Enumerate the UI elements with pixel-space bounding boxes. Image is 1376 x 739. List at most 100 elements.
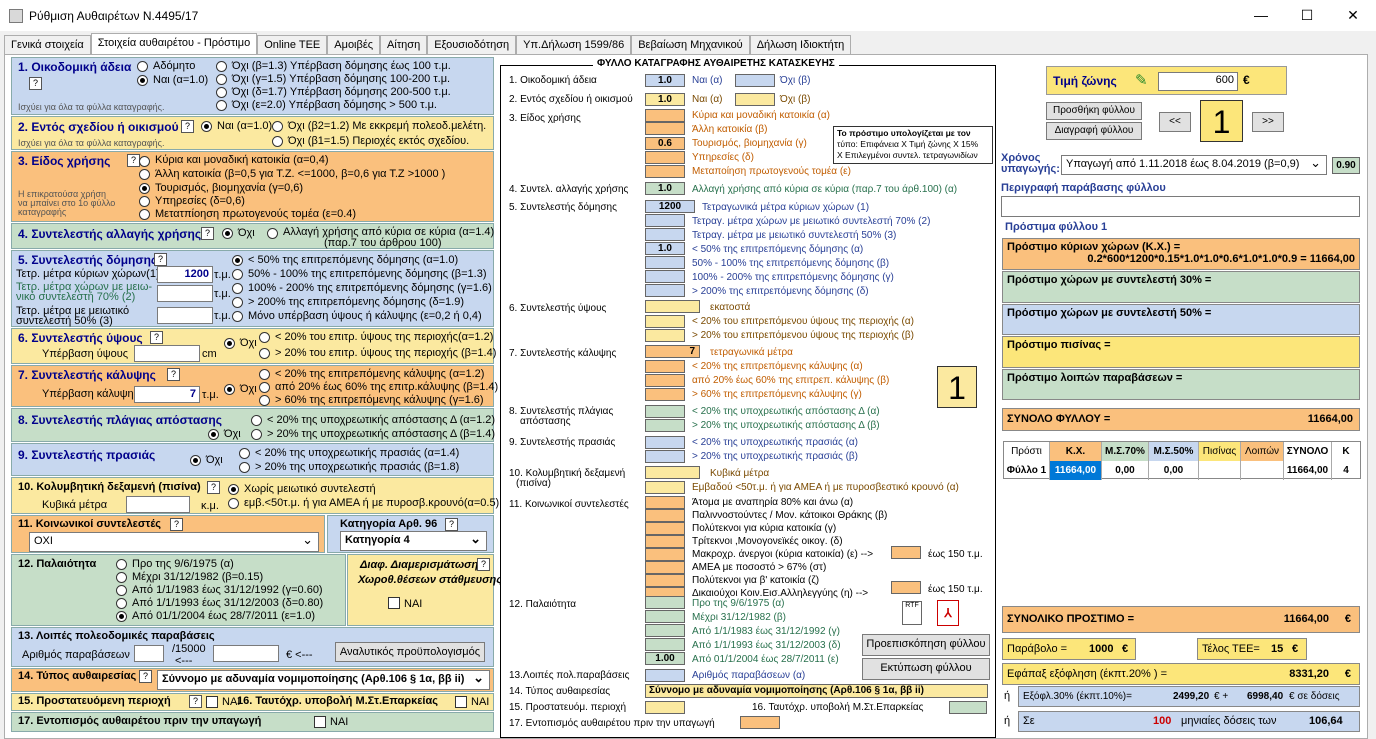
coverage-excess-input[interactable]: 7 bbox=[134, 386, 200, 403]
maximize-button[interactable]: ☐ bbox=[1284, 0, 1330, 31]
tab-engineer-cert[interactable]: Βεβαίωση Μηχανικού bbox=[631, 35, 750, 54]
help-icon[interactable]: ? bbox=[445, 518, 458, 531]
radio[interactable] bbox=[228, 484, 239, 495]
add-sheet-button[interactable]: Προσθήκη φύλλου bbox=[1046, 102, 1142, 120]
pool-volume-input[interactable] bbox=[126, 496, 190, 513]
help-icon[interactable]: ? bbox=[189, 695, 202, 708]
radio[interactable] bbox=[259, 332, 270, 343]
tab-declaration[interactable]: Υπ.Δήλωση 1599/86 bbox=[516, 35, 632, 54]
tab-online-tee[interactable]: Online TEE bbox=[257, 35, 328, 54]
grid-cell[interactable]: Φύλλο 1 bbox=[1004, 461, 1050, 480]
radio[interactable] bbox=[116, 598, 127, 609]
minimize-button[interactable]: — bbox=[1238, 0, 1284, 31]
radio[interactable] bbox=[139, 183, 150, 194]
previous-sheet-button[interactable]: << bbox=[1159, 112, 1191, 132]
radio[interactable] bbox=[139, 169, 150, 180]
radio[interactable] bbox=[232, 255, 243, 266]
print-sheet-button[interactable]: Εκτύπωση φύλλου bbox=[862, 658, 990, 680]
radio[interactable] bbox=[137, 75, 148, 86]
radio[interactable] bbox=[224, 384, 235, 395]
violations-count-input[interactable] bbox=[134, 645, 164, 662]
grid-cell[interactable] bbox=[1241, 461, 1284, 480]
help-icon[interactable]: ? bbox=[150, 331, 163, 344]
radio[interactable] bbox=[228, 498, 239, 509]
tab-general[interactable]: Γενικά στοιχεία bbox=[4, 35, 91, 54]
close-button[interactable]: ✕ bbox=[1330, 0, 1376, 31]
radio[interactable] bbox=[224, 338, 235, 349]
radio[interactable] bbox=[232, 269, 243, 280]
help-icon[interactable]: ? bbox=[170, 518, 183, 531]
radio[interactable] bbox=[190, 455, 201, 466]
grid-cell[interactable]: 4 bbox=[1332, 461, 1360, 480]
radio[interactable] bbox=[216, 74, 227, 85]
radio[interactable] bbox=[259, 382, 270, 393]
radio[interactable] bbox=[216, 61, 227, 72]
grid-cell[interactable]: 11664,00 bbox=[1284, 461, 1332, 480]
help-icon[interactable]: ? bbox=[207, 481, 220, 494]
help-icon[interactable]: ? bbox=[139, 670, 152, 683]
radio[interactable] bbox=[251, 429, 262, 440]
category-select[interactable]: Κατηγορία 4 bbox=[340, 531, 487, 551]
area-50-input[interactable] bbox=[157, 307, 213, 324]
radio[interactable] bbox=[116, 611, 127, 622]
radio[interactable] bbox=[116, 559, 127, 570]
radio[interactable] bbox=[208, 429, 219, 440]
radio[interactable] bbox=[232, 283, 243, 294]
radio[interactable] bbox=[139, 209, 150, 220]
partition-checkbox[interactable] bbox=[388, 597, 400, 609]
radio[interactable] bbox=[232, 311, 243, 322]
violation-type-select[interactable]: Σύννομο με αδυναμία νομιμοποίησης (Αρθ.1… bbox=[157, 670, 490, 690]
grid-cell[interactable]: 11664,00 bbox=[1050, 461, 1102, 480]
main-area-input[interactable]: 1200 bbox=[157, 266, 213, 283]
zone-price-input[interactable]: 600 bbox=[1158, 72, 1238, 91]
tab-owner-decl[interactable]: Δήλωση Ιδιοκτήτη bbox=[749, 35, 852, 54]
help-icon[interactable]: ? bbox=[477, 558, 490, 571]
radio[interactable] bbox=[239, 462, 250, 473]
help-icon[interactable]: ? bbox=[154, 253, 167, 266]
pdf-file-icon[interactable]: ⅄ bbox=[937, 600, 959, 626]
radio[interactable] bbox=[139, 156, 150, 167]
violations-cost-input[interactable] bbox=[213, 645, 279, 662]
sufficiency-checkbox[interactable] bbox=[455, 696, 467, 708]
next-sheet-button[interactable]: >> bbox=[1252, 112, 1284, 132]
radio[interactable] bbox=[272, 121, 283, 132]
detailed-budget-button[interactable]: Αναλυτικός προϋπολογισμός bbox=[335, 642, 485, 662]
radio[interactable] bbox=[222, 228, 233, 239]
help-icon[interactable]: ? bbox=[29, 77, 42, 90]
radio[interactable] bbox=[259, 369, 270, 380]
grid-cell[interactable]: 0,00 bbox=[1149, 461, 1199, 480]
area-70-input[interactable] bbox=[157, 285, 213, 302]
radio[interactable] bbox=[201, 121, 212, 132]
radio[interactable] bbox=[139, 196, 150, 207]
edit-icon[interactable]: ✎ bbox=[1135, 71, 1148, 89]
radio[interactable] bbox=[251, 415, 262, 426]
rtf-file-icon[interactable]: RTF bbox=[902, 601, 922, 625]
tab-fees[interactable]: Αμοιβές bbox=[327, 35, 381, 54]
radio[interactable] bbox=[267, 228, 278, 239]
delete-sheet-button[interactable]: Διαγραφή φύλλου bbox=[1046, 122, 1142, 140]
radio[interactable] bbox=[239, 448, 250, 459]
time-period-select[interactable]: Υπαγωγή από 1.11.2018 έως 8.04.2019 (β=0… bbox=[1061, 155, 1327, 175]
tab-application[interactable]: Αίτηση bbox=[380, 35, 428, 54]
radio[interactable] bbox=[232, 297, 243, 308]
help-icon[interactable]: ? bbox=[181, 120, 194, 133]
radio[interactable] bbox=[259, 395, 270, 406]
social-select[interactable]: ΟΧΙ bbox=[29, 532, 319, 552]
tab-authorization[interactable]: Εξουσιοδότηση bbox=[427, 35, 517, 54]
tab-details-fine[interactable]: Στοιχεία αυθαιρέτου - Πρόστιμο bbox=[90, 33, 258, 54]
help-icon[interactable]: ? bbox=[167, 368, 180, 381]
radio[interactable] bbox=[259, 348, 270, 359]
radio[interactable] bbox=[272, 136, 283, 147]
grid-cell[interactable] bbox=[1199, 461, 1241, 480]
located-checkbox[interactable] bbox=[314, 716, 326, 728]
help-icon[interactable]: ? bbox=[201, 227, 214, 240]
radio[interactable] bbox=[216, 87, 227, 98]
height-excess-input[interactable] bbox=[134, 345, 200, 362]
radio[interactable] bbox=[116, 572, 127, 583]
violation-description-input[interactable] bbox=[1001, 196, 1360, 217]
protected-checkbox[interactable] bbox=[206, 696, 218, 708]
radio[interactable] bbox=[116, 585, 127, 596]
grid-cell[interactable]: 0,00 bbox=[1102, 461, 1149, 480]
radio[interactable] bbox=[137, 61, 148, 72]
preview-sheet-button[interactable]: Προεπισκόπηση φύλλου bbox=[862, 634, 990, 656]
